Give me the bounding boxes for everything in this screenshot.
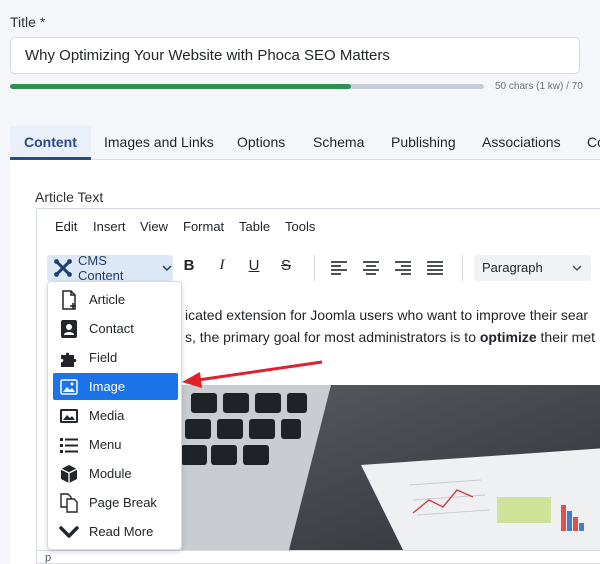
- title-label: Title *: [10, 14, 46, 30]
- dropdown-item-image[interactable]: Image: [53, 373, 178, 400]
- dropdown-item-label: Contact: [89, 321, 134, 336]
- dropdown-item-field[interactable]: Field: [53, 344, 178, 371]
- menu-list-icon: [60, 437, 78, 453]
- media-icon: [60, 408, 78, 423]
- underline-icon[interactable]: U: [244, 257, 264, 274]
- dropdown-item-label: Field: [89, 350, 118, 365]
- align-center-icon[interactable]: [361, 260, 381, 276]
- menu-format[interactable]: Format: [183, 219, 224, 234]
- tab-publishing[interactable]: Publishing: [391, 126, 456, 160]
- title-length-bar: [10, 84, 484, 89]
- block-format-value: Paragraph: [482, 260, 543, 275]
- align-justify-icon[interactable]: [425, 260, 445, 276]
- chevron-down-icon: [162, 265, 172, 272]
- joomla-icon: [54, 259, 72, 277]
- dropdown-item-label: Article: [89, 292, 126, 307]
- strikethrough-icon[interactable]: S: [276, 257, 296, 274]
- tab-more[interactable]: Co: [587, 126, 600, 160]
- body-text-bold: optimize: [479, 329, 537, 345]
- dropdown-item-label: Page Break: [89, 495, 157, 510]
- tab-associations[interactable]: Associations: [482, 126, 561, 160]
- menu-table[interactable]: Table: [239, 219, 270, 234]
- cube-icon: [60, 464, 78, 483]
- menu-tools[interactable]: Tools: [285, 219, 315, 234]
- align-left-icon[interactable]: [329, 260, 349, 276]
- cms-content-dropdown: Article Contact Field Image Media Menu M…: [47, 281, 182, 550]
- article-image[interactable]: [181, 385, 600, 550]
- align-right-icon[interactable]: [393, 260, 413, 276]
- menu-insert[interactable]: Insert: [93, 219, 126, 234]
- dropdown-item-label: Module: [89, 466, 132, 481]
- dropdown-item-menu[interactable]: Menu: [53, 431, 178, 458]
- chevron-down-icon: [572, 265, 582, 272]
- page-break-icon: [60, 492, 78, 513]
- dropdown-item-page-break[interactable]: Page Break: [53, 489, 178, 516]
- title-length-fill: [10, 84, 352, 89]
- editor-statusbar-path: p: [37, 550, 600, 563]
- title-char-count: 50 chars (1 kw) / 70: [495, 81, 583, 92]
- dropdown-item-label: Media: [89, 408, 125, 423]
- dropdown-item-label: Read More: [89, 524, 154, 539]
- article-body-line[interactable]: s, the primary goal for most administrat…: [185, 329, 595, 345]
- dropdown-item-label: Menu: [89, 437, 122, 452]
- toolbar-separator: [314, 255, 315, 281]
- article-add-icon: [62, 289, 76, 310]
- body-text-segment: their met: [536, 329, 596, 345]
- tab-content[interactable]: Content: [10, 126, 91, 160]
- title-input[interactable]: Why Optimizing Your Website with Phoca S…: [10, 37, 580, 74]
- annotation-arrow-icon: [182, 360, 323, 388]
- dropdown-item-media[interactable]: Media: [53, 402, 178, 429]
- article-text-label: Article Text: [35, 189, 104, 205]
- contact-card-icon: [61, 319, 77, 338]
- laptop-charts-photo: [181, 385, 600, 550]
- block-format-select[interactable]: Paragraph: [474, 255, 591, 281]
- dropdown-item-module[interactable]: Module: [53, 460, 178, 487]
- chevron-down-icon: [59, 525, 79, 538]
- editor-menubar: Edit Insert View Format Table Tools: [37, 219, 600, 241]
- dropdown-item-contact[interactable]: Contact: [53, 315, 178, 342]
- cms-content-button[interactable]: CMS Content: [47, 253, 173, 283]
- cms-content-label: CMS Content: [77, 253, 124, 283]
- toolbar-separator: [462, 255, 463, 281]
- tab-options[interactable]: Options: [237, 126, 285, 160]
- dropdown-item-label: Image: [89, 379, 126, 394]
- italic-icon[interactable]: I: [212, 257, 232, 274]
- tab-schema[interactable]: Schema: [313, 126, 364, 160]
- dropdown-item-article[interactable]: Article: [53, 286, 178, 313]
- article-body-line[interactable]: icated extension for Joomla users who wa…: [185, 307, 588, 323]
- tab-bar: Content Images and Links Options Schema …: [10, 126, 600, 160]
- image-icon: [60, 378, 78, 395]
- tab-images-and-links[interactable]: Images and Links: [104, 126, 214, 160]
- menu-edit[interactable]: Edit: [55, 219, 77, 234]
- menu-view[interactable]: View: [140, 219, 168, 234]
- body-text-segment: s, the primary goal for most administrat…: [185, 329, 480, 345]
- puzzle-icon: [61, 352, 77, 367]
- dropdown-item-read-more[interactable]: Read More: [53, 518, 178, 545]
- bold-icon[interactable]: B: [179, 257, 199, 274]
